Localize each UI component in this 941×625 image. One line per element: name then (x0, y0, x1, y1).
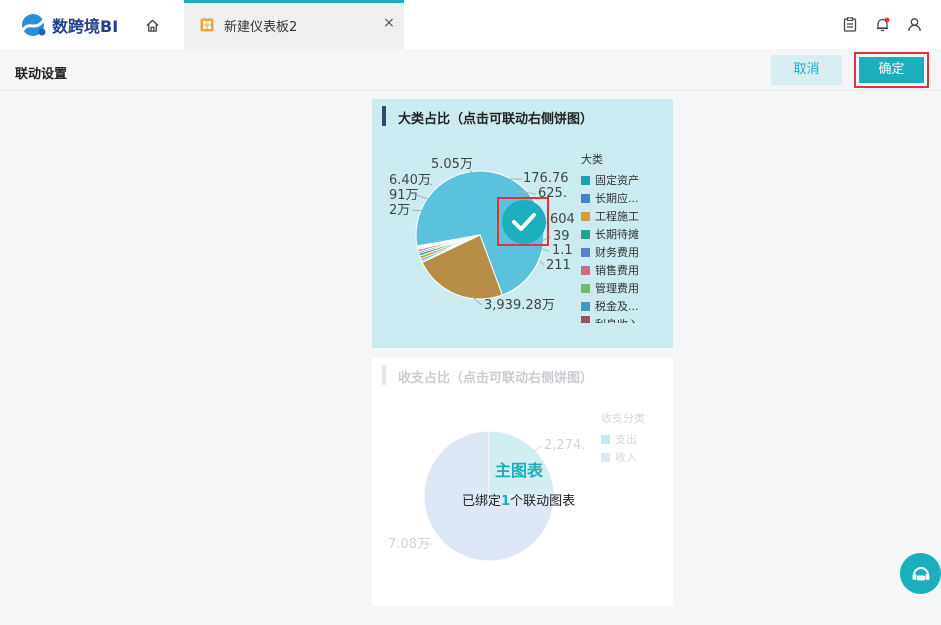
top-toolbar (841, 15, 923, 33)
customer-service-button[interactable] (900, 553, 941, 594)
home-icon (145, 19, 159, 32)
legend-swatch (581, 265, 590, 275)
legend-item[interactable]: 长期应... (581, 190, 639, 206)
legend-item[interactable]: 销售费用 (581, 262, 639, 278)
slice-label: 604 (550, 212, 575, 227)
legend-label: 管理费用 (595, 282, 639, 295)
selected-badge[interactable] (502, 200, 546, 244)
leader-line (539, 260, 545, 266)
bound-prefix: 已绑定 (462, 494, 502, 509)
confirm-button[interactable]: 确定 (859, 57, 924, 83)
legend-label: 收入 (615, 451, 637, 464)
tab-label: 新建仪表板2 (224, 20, 298, 35)
slice-label: 1.1 (552, 243, 573, 258)
legend-swatch (601, 434, 610, 444)
legend-label: 长期应... (595, 192, 639, 205)
legend-swatch (581, 283, 590, 293)
bound-charts-text: 已绑定1个联动图表 (462, 490, 575, 509)
logo-icon (22, 14, 46, 36)
slice-label: 2,274. (544, 438, 586, 453)
legend-swatch (601, 452, 610, 462)
legend-swatch (581, 247, 590, 257)
slice-label: 39 (553, 229, 570, 244)
legend-item[interactable]: 财务费用 (581, 244, 639, 260)
legend-item[interactable]: 长期待摊 (581, 226, 639, 242)
legend-item[interactable]: 工程施工 (581, 208, 639, 224)
legend-item[interactable]: 管理费用 (581, 280, 639, 296)
slice-label: 5.05万 (431, 157, 473, 172)
page-title: 联动设置 (15, 67, 68, 82)
legend-swatch (581, 316, 590, 323)
slice-label: 6.40万 (389, 173, 431, 188)
legend-swatch (581, 211, 590, 221)
legend-swatch (581, 175, 590, 185)
legend-item[interactable]: 税金及... (581, 298, 639, 314)
logo-text: 数跨境BI (52, 17, 119, 36)
main-chart-label: 主图表 (495, 461, 544, 480)
legend-label: 财务费用 (595, 246, 639, 259)
app-logo[interactable]: 数跨境BI (20, 12, 118, 38)
slice-label: 91万 (389, 188, 419, 203)
bound-count: 1 (501, 494, 511, 509)
clipboard-icon (843, 16, 857, 32)
slice-label: 7.08万 (388, 537, 430, 552)
tab-close-button[interactable]: × (381, 15, 397, 31)
legend-swatch (581, 301, 590, 311)
dashboard-icon (200, 18, 214, 32)
user-button[interactable] (905, 15, 923, 33)
leader-line (541, 248, 550, 252)
slice-label: 2万 (389, 203, 411, 218)
confirm-button-highlight: 确定 (854, 52, 929, 88)
legend-item[interactable]: 利息收入 (581, 316, 639, 323)
cancel-button[interactable]: 取消 (771, 55, 842, 85)
tab-dashboard[interactable]: 新建仪表板2 × (184, 0, 404, 49)
legend-label: 支出 (615, 433, 637, 446)
user-icon (907, 17, 921, 31)
chat-icon (912, 566, 929, 580)
slice-label: 211 (546, 258, 571, 273)
settings-bar: 联动设置 取消 确定 (0, 49, 941, 91)
home-button[interactable] (141, 14, 163, 36)
bell-icon (876, 17, 889, 31)
legend-swatch (581, 193, 590, 203)
legend-label: 税金及... (595, 300, 639, 313)
legend-label: 销售费用 (595, 264, 639, 277)
legend-item[interactable]: 固定资产 (581, 172, 639, 188)
legend-label: 利息收入 (595, 316, 639, 323)
legend-swatch (581, 229, 590, 239)
legend-title: 大类 (581, 153, 603, 166)
legend-label: 固定资产 (595, 174, 639, 187)
selected-chart-highlight (497, 197, 549, 246)
legend-label: 工程施工 (595, 210, 639, 223)
bound-suffix: 个联动图表 (510, 494, 576, 509)
notification-button[interactable] (873, 15, 891, 33)
legend-title: 收支分类 (601, 412, 645, 425)
income-expense-pie-card[interactable]: 收支占比（点击可联动右侧饼图） 2,274. 7.08万 收支分类 支出 收入 主… (372, 358, 673, 606)
slice-label: 3,939.28万 (484, 298, 555, 313)
legend-item[interactable]: 收入 (601, 449, 637, 465)
legend-label: 长期待摊 (595, 228, 639, 241)
checkmark-icon (512, 213, 536, 231)
clipboard-button[interactable] (841, 15, 859, 33)
income-expense-pie-chart[interactable] (372, 358, 673, 606)
legend-item[interactable]: 支出 (601, 431, 637, 447)
category-pie-card[interactable]: 大类占比（点击可联动右侧饼图） 5.05万 6.40万 91万 2万 176.7… (372, 99, 673, 348)
top-bar: 数跨境BI 新建仪表板2 × (0, 0, 941, 49)
slice-label: 176.76 (523, 171, 569, 186)
